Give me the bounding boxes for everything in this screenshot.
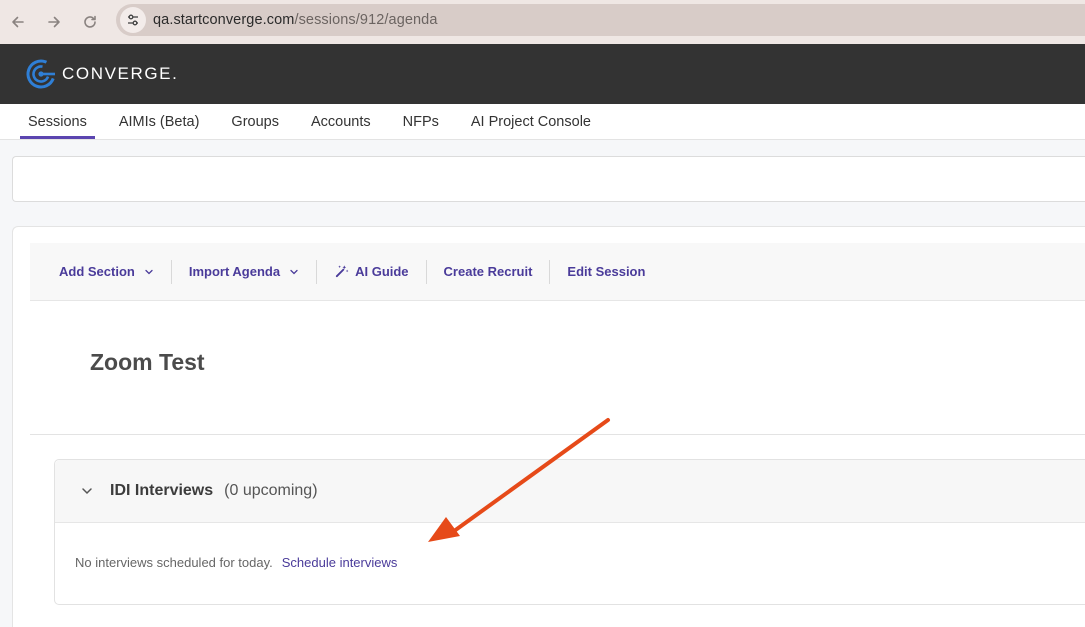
brand-logo[interactable]: CONVERGE. xyxy=(25,58,178,90)
section-divider xyxy=(30,434,1085,435)
address-bar[interactable]: qa.startconverge.com/sessions/912/agenda xyxy=(116,4,1085,36)
agenda-section: IDI Interviews (0 upcoming) No interview… xyxy=(54,459,1085,605)
forward-button[interactable] xyxy=(36,4,72,40)
section-body: No interviews scheduled for today. Sched… xyxy=(55,523,1085,570)
brand-name: CONVERGE. xyxy=(62,64,179,83)
reload-icon xyxy=(84,15,96,28)
import-agenda-label: Import Agenda xyxy=(188,264,281,279)
add-section-button[interactable]: Add Section xyxy=(42,260,171,284)
edit-session-button[interactable]: Edit Session xyxy=(550,260,662,284)
tab-ai-project-console[interactable]: AI Project Console xyxy=(463,114,599,139)
section-header[interactable]: IDI Interviews (0 upcoming) xyxy=(55,460,1085,523)
arrow-right-icon xyxy=(48,16,60,28)
tab-nfps[interactable]: NFPs xyxy=(395,114,447,139)
tab-aimis[interactable]: AIMIs (Beta) xyxy=(111,114,208,139)
magic-wand-icon xyxy=(335,265,349,278)
session-toolbar: Add Section Import Agenda AI Guide Creat… xyxy=(30,243,1085,301)
app-header: CONVERGE. xyxy=(0,44,1085,104)
ai-guide-button[interactable]: AI Guide xyxy=(317,260,425,284)
schedule-interviews-link[interactable]: Schedule interviews xyxy=(282,555,398,570)
upcoming-count: (0 upcoming) xyxy=(224,482,318,499)
main-nav-tabs: Sessions AIMIs (Beta) Groups Accounts NF… xyxy=(0,104,1085,140)
info-banner xyxy=(12,156,1085,202)
converge-logo-icon xyxy=(26,59,56,89)
browser-toolbar: qa.startconverge.com/sessions/912/agenda xyxy=(0,0,1085,44)
url-host: qa.startconverge.com xyxy=(153,12,295,28)
site-settings-button[interactable] xyxy=(120,7,146,33)
add-section-label: Add Section xyxy=(59,264,135,279)
chevron-down-icon xyxy=(290,269,298,274)
empty-state-text: No interviews scheduled for today. xyxy=(75,555,273,570)
tab-accounts[interactable]: Accounts xyxy=(303,114,379,139)
session-card: Add Section Import Agenda AI Guide Creat… xyxy=(12,226,1085,627)
arrow-left-icon xyxy=(12,16,24,28)
url-path: /sessions/912/agenda xyxy=(294,12,438,28)
section-name: IDI Interviews xyxy=(110,482,214,499)
url-text: qa.startconverge.com/sessions/912/agenda xyxy=(153,12,438,28)
main-content: Add Section Import Agenda AI Guide Creat… xyxy=(0,140,1085,627)
import-agenda-button[interactable]: Import Agenda xyxy=(172,260,316,284)
tab-groups[interactable]: Groups xyxy=(223,114,287,139)
reload-button[interactable] xyxy=(72,4,108,40)
chevron-down-icon[interactable] xyxy=(81,485,93,497)
tune-icon xyxy=(128,14,138,26)
back-button[interactable] xyxy=(0,4,36,40)
ai-guide-label: AI Guide xyxy=(355,264,409,279)
create-recruit-button[interactable]: Create Recruit xyxy=(427,260,550,284)
session-title: Zoom Test xyxy=(90,349,205,375)
tab-sessions[interactable]: Sessions xyxy=(20,114,95,139)
chevron-down-icon xyxy=(145,269,153,274)
